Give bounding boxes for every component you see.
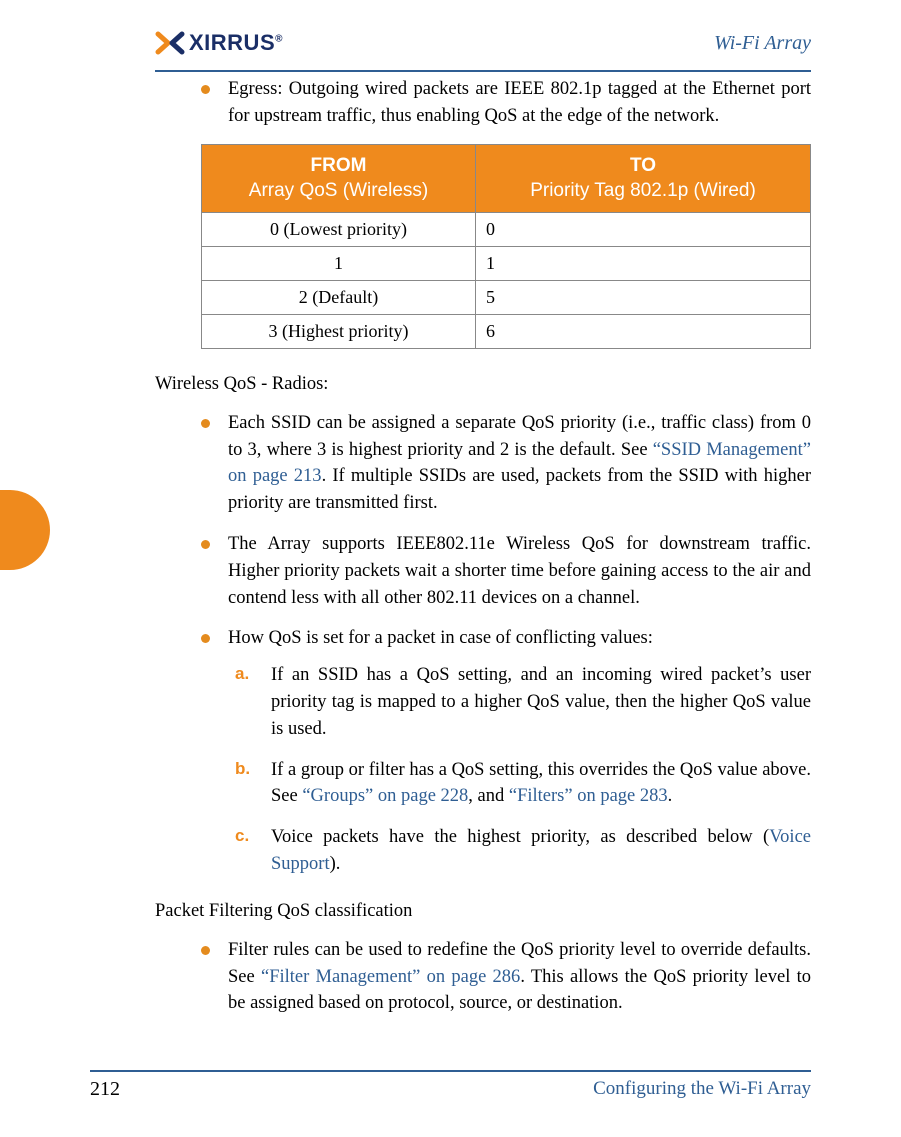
sublist-item-b: b. If a group or filter has a QoS settin…	[235, 757, 811, 811]
page-header: XIRRUS® Wi-Fi Array	[155, 30, 811, 56]
brand-logo-icon	[155, 31, 185, 55]
list-item: How QoS is set for a packet in case of c…	[201, 625, 811, 652]
list-item: Filter rules can be used to redefine the…	[201, 937, 811, 1017]
qos-mapping-table: FROM Array QoS (Wireless) TO Priority Ta…	[201, 144, 811, 349]
sublist-label: c.	[235, 824, 255, 878]
xref-link[interactable]: “Filters” on page 283	[509, 786, 668, 806]
body-text: Each SSID can be assigned a separate QoS…	[228, 410, 811, 517]
cell-to: 5	[476, 280, 811, 314]
cell-to: 1	[476, 246, 811, 280]
body-text: The Array supports IEEE802.11e Wireless …	[228, 531, 811, 611]
table-row: 1 1	[202, 246, 811, 280]
section-heading: Packet Filtering QoS classification	[155, 898, 811, 925]
footer-section-title: Configuring the Wi-Fi Array	[593, 1078, 811, 1101]
sublist-item-c: c. Voice packets have the highest priori…	[235, 824, 811, 878]
body-text: If a group or filter has a QoS setting, …	[271, 757, 811, 811]
list-item: The Array supports IEEE802.11e Wireless …	[201, 531, 811, 611]
xref-link[interactable]: “Groups” on page 228	[302, 786, 468, 806]
list-item: Each SSID can be assigned a separate QoS…	[201, 410, 811, 517]
table-row: 2 (Default) 5	[202, 280, 811, 314]
table-header-from: FROM Array QoS (Wireless)	[202, 144, 476, 212]
bullet-icon	[201, 946, 210, 955]
page-footer: 212 Configuring the Wi-Fi Array	[90, 1070, 811, 1101]
body-text: Filter rules can be used to redefine the…	[228, 937, 811, 1017]
bullet-icon	[201, 419, 210, 428]
cell-from: 2 (Default)	[202, 280, 476, 314]
bullet-icon	[201, 634, 210, 643]
body-text: If an SSID has a QoS setting, and an inc…	[271, 662, 811, 742]
cell-from: 3 (Highest priority)	[202, 314, 476, 348]
table-header-to: TO Priority Tag 802.1p (Wired)	[476, 144, 811, 212]
table-row: 0 (Lowest priority) 0	[202, 212, 811, 246]
sublist-label: a.	[235, 662, 255, 742]
body-text: Voice packets have the highest priority,…	[271, 824, 811, 878]
brand-logo: XIRRUS®	[155, 30, 283, 56]
cell-from: 1	[202, 246, 476, 280]
bullet-icon	[201, 540, 210, 549]
header-rule	[155, 70, 811, 72]
sublist-item-a: a. If an SSID has a QoS setting, and an …	[235, 662, 811, 742]
sublist-label: b.	[235, 757, 255, 811]
xref-link[interactable]: “Filter Management” on page 286	[261, 967, 520, 987]
page-side-tab	[0, 490, 50, 570]
document-title: Wi-Fi Array	[714, 32, 811, 55]
body-text: How QoS is set for a packet in case of c…	[228, 625, 811, 652]
footer-rule	[90, 1070, 811, 1072]
section-heading: Wireless QoS - Radios:	[155, 371, 811, 398]
body-text: Egress: Outgoing wired packets are IEEE …	[228, 76, 811, 130]
cell-to: 0	[476, 212, 811, 246]
list-item: Egress: Outgoing wired packets are IEEE …	[201, 76, 811, 130]
brand-logo-text: XIRRUS®	[189, 30, 283, 56]
bullet-icon	[201, 85, 210, 94]
page-number: 212	[90, 1078, 120, 1101]
cell-from: 0 (Lowest priority)	[202, 212, 476, 246]
ordered-sublist: a. If an SSID has a QoS setting, and an …	[235, 662, 811, 878]
cell-to: 6	[476, 314, 811, 348]
table-row: 3 (Highest priority) 6	[202, 314, 811, 348]
